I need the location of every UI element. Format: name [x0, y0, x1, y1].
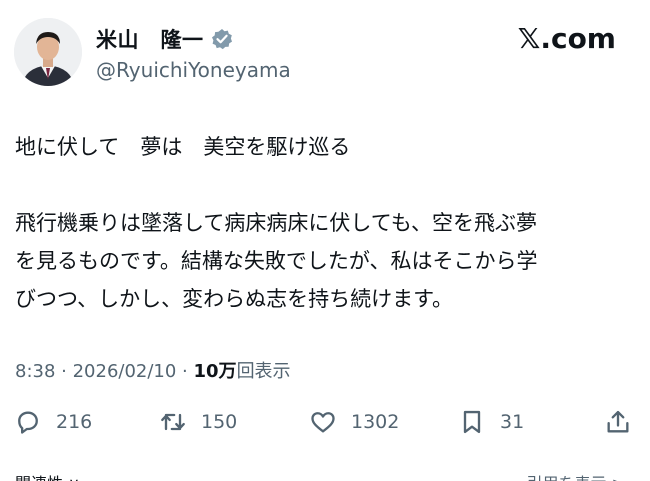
repost-count: 150 — [201, 411, 238, 433]
share-icon — [607, 410, 629, 433]
view-count: 10万 — [193, 361, 237, 382]
x-logo: 𝕏.com — [517, 22, 616, 55]
like-button[interactable]: 1302 — [309, 404, 399, 440]
heart-icon — [311, 412, 335, 433]
author-name[interactable]: 米山 隆一 — [96, 24, 204, 54]
repost-button[interactable]: 150 — [159, 404, 237, 440]
post-line: を見るものです。結構な失敗でしたが、私はそこから学 — [15, 249, 538, 273]
view-label: 回表示 — [236, 361, 291, 382]
reply-count: 216 — [56, 411, 93, 433]
action-bar: 216 150 1302 31 — [14, 404, 634, 440]
bookmark-icon — [463, 410, 481, 434]
avatar[interactable] — [14, 18, 82, 86]
post-timestamp[interactable]: 8:38 · 2026/02/10 · — [15, 361, 194, 382]
view-quotes-link[interactable]: 引用を表示 > — [527, 470, 626, 481]
profile-photo-icon — [14, 18, 82, 86]
author-handle[interactable]: @RyuichiYoneyama — [96, 58, 291, 82]
bookmark-button[interactable]: 31 — [458, 404, 524, 440]
post-line: びつつ、しかし、変わらぬ志を持ち続けます。 — [15, 287, 454, 311]
post-meta: 8:38 · 2026/02/10 · 10万回表示 — [15, 357, 291, 383]
like-count: 1302 — [351, 411, 400, 433]
sort-relevance-dropdown[interactable]: 関連性 ∨ — [15, 470, 80, 481]
post-line: 地に伏して 夢は 美空を駆け巡る — [15, 135, 351, 159]
post-text: 地に伏して 夢は 美空を駆け巡る 飛行機乗りは墜落して病床病床に伏しても、空を飛… — [15, 128, 640, 318]
author-name-row: 米山 隆一 — [96, 24, 233, 54]
reply-sort-bar: 関連性 ∨ 引用を表示 > — [15, 470, 635, 481]
reply-icon — [18, 411, 38, 434]
share-button[interactable] — [604, 404, 632, 440]
bookmark-count: 31 — [500, 411, 525, 433]
post-line: 飛行機乗りは墜落して病床病床に伏しても、空を飛ぶ夢 — [15, 211, 538, 235]
verified-badge-icon[interactable] — [211, 28, 233, 50]
repost-icon — [161, 413, 185, 431]
reply-button[interactable]: 216 — [14, 404, 92, 440]
